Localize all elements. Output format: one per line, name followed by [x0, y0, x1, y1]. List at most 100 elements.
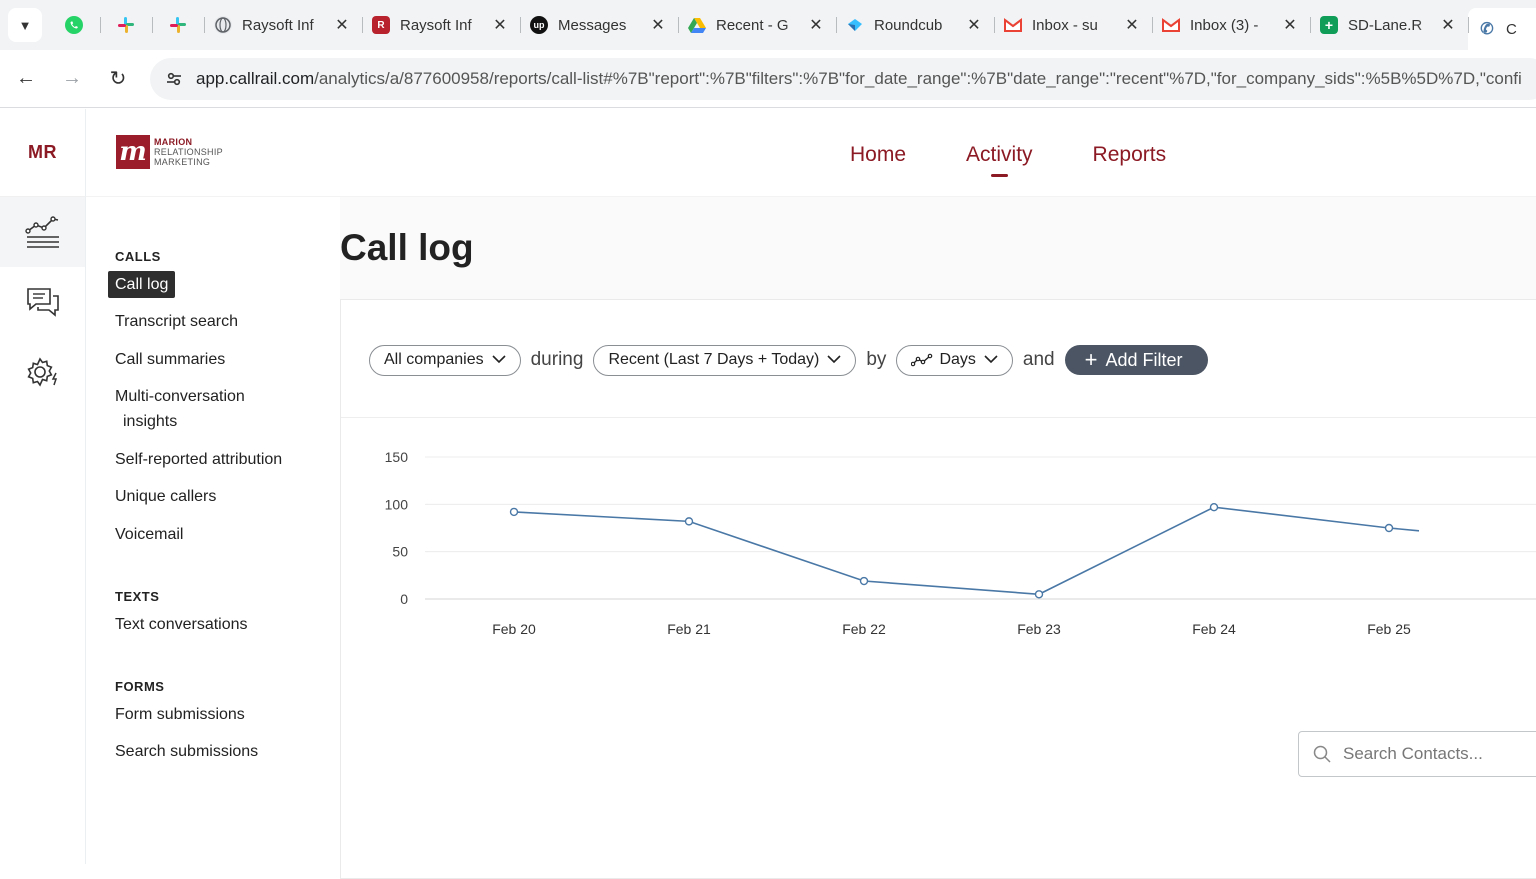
- raysoft-icon: R: [372, 16, 390, 34]
- close-icon[interactable]: ✕: [1440, 15, 1456, 35]
- url-bar[interactable]: app.callrail.com/analytics/a/877600958/r…: [150, 58, 1536, 100]
- browser-tab[interactable]: Inbox (3) - ✕: [1152, 8, 1310, 42]
- series-line: [513, 506, 1420, 596]
- section-header-calls: CALLS: [115, 249, 161, 264]
- tab-search-button[interactable]: ▼: [8, 8, 42, 42]
- close-icon[interactable]: ✕: [966, 15, 982, 35]
- logo-line: RELATIONSHIP: [154, 147, 223, 157]
- site-settings-icon[interactable]: [162, 67, 186, 91]
- search-placeholder: Search Contacts...: [1343, 744, 1483, 763]
- add-filter-label: Add Filter: [1105, 349, 1183, 370]
- tab-title: Recent - G: [716, 16, 789, 34]
- filter-conjunction: during: [530, 349, 584, 370]
- data-point: [509, 507, 519, 517]
- close-icon[interactable]: ✕: [1282, 15, 1298, 35]
- slack-icon: [118, 17, 134, 33]
- add-filter-button[interactable]: + Add Filter: [1064, 345, 1209, 375]
- section-header-texts: TEXTS: [115, 589, 160, 604]
- x-tick-label: Feb 20: [492, 621, 536, 637]
- chat-icon: [26, 288, 59, 317]
- reload-button[interactable]: ↻: [98, 59, 138, 99]
- pinned-tab-whatsapp[interactable]: [48, 8, 100, 42]
- filter-conjunction: and: [1022, 349, 1055, 370]
- filter-bar: All companies during Recent (Last 7 Days…: [369, 344, 1209, 376]
- search-contacts-input[interactable]: Search Contacts...: [1298, 731, 1536, 777]
- sidebar-item-text-conversations[interactable]: Text conversations: [115, 612, 248, 637]
- close-icon[interactable]: ✕: [808, 15, 824, 35]
- callrail-icon: ✆: [1480, 21, 1494, 38]
- line-chart-icon: [911, 353, 933, 367]
- interval-value: Days: [939, 351, 976, 368]
- browser-tab-strip: ▼ Raysoft Inf ✕ R Raysoft Inf ✕ up Messa…: [0, 0, 1536, 50]
- x-tick-label: Feb 21: [667, 621, 711, 637]
- close-icon[interactable]: ✕: [334, 15, 350, 35]
- globe-icon: [214, 16, 232, 34]
- gmail-icon: [1162, 16, 1180, 34]
- sidebar-item-transcript-search[interactable]: Transcript search: [115, 309, 238, 334]
- company-select[interactable]: All companies: [369, 344, 521, 376]
- date-range-select[interactable]: Recent (Last 7 Days + Today): [593, 344, 857, 376]
- forward-button[interactable]: →: [52, 59, 92, 99]
- tab-title: SD-Lane.R: [1348, 16, 1423, 34]
- browser-tab[interactable]: Raysoft Inf ✕: [204, 8, 362, 42]
- sidebar-item-form-submissions[interactable]: Form submissions: [115, 702, 245, 727]
- browser-tab-active[interactable]: ✆ C: [1468, 8, 1536, 50]
- sidebar-item-unique-callers[interactable]: Unique callers: [115, 484, 216, 509]
- tab-title: Inbox - su: [1032, 16, 1098, 34]
- close-icon[interactable]: ✕: [650, 15, 666, 35]
- report-panel: All companies during Recent (Last 7 Days…: [340, 299, 1536, 879]
- pinned-tab-slack[interactable]: [100, 8, 152, 42]
- url-path: /analytics/a/877600958/reports/call-list…: [314, 69, 1522, 88]
- logo-mark: m: [116, 135, 150, 169]
- arrow-left-icon: ←: [16, 67, 36, 89]
- chevron-down-icon: [492, 353, 506, 367]
- data-point: [859, 576, 869, 586]
- drive-icon: [688, 16, 706, 34]
- tab-title: Inbox (3) -: [1190, 16, 1259, 34]
- url-host: app.callrail.com: [196, 69, 315, 88]
- nav-home[interactable]: Home: [850, 143, 906, 167]
- search-icon: [1313, 745, 1331, 763]
- browser-tab[interactable]: Inbox - su ✕: [994, 8, 1152, 42]
- sidebar-item-call-log[interactable]: Call log: [108, 271, 176, 298]
- sidebar-item-search-submissions[interactable]: Search submissions: [115, 739, 258, 764]
- url-text: app.callrail.com/analytics/a/877600958/r…: [196, 69, 1522, 89]
- logo-line: MARKETING: [154, 157, 211, 167]
- chevron-down-icon: [827, 353, 841, 367]
- close-icon[interactable]: ✕: [492, 15, 508, 35]
- company-logo[interactable]: m MARION RELATIONSHIP MARKETING: [116, 135, 223, 169]
- reload-icon: ↻: [109, 68, 127, 90]
- sidebar-item-voicemail[interactable]: Voicemail: [115, 522, 183, 547]
- tab-title: Roundcub: [874, 16, 943, 34]
- sidebar-item-self-reported-attribution[interactable]: Self-reported attribution: [115, 447, 282, 472]
- account-initials[interactable]: MR: [0, 109, 85, 197]
- sidebar-item-call-summaries[interactable]: Call summaries: [115, 347, 225, 372]
- arrow-right-icon: →: [62, 67, 82, 89]
- sidebar-item-label: insights: [123, 413, 178, 430]
- page-title: Call log: [340, 227, 474, 268]
- sidebar-item-multi-conversation[interactable]: Multi-conversation insights: [115, 384, 245, 434]
- rail-conversations[interactable]: [0, 267, 85, 337]
- interval-select[interactable]: Days: [896, 344, 1013, 376]
- close-icon[interactable]: ✕: [1124, 15, 1140, 35]
- activity-sidebar: CALLS Call log Transcript search Call su…: [86, 197, 340, 864]
- gear-icon: [26, 357, 57, 387]
- browser-tab[interactable]: + SD-Lane.R ✕: [1310, 8, 1468, 42]
- browser-tab[interactable]: Recent - G ✕: [678, 8, 836, 42]
- top-navigation: m MARION RELATIONSHIP MARKETING Home Act…: [86, 109, 1536, 197]
- nav-reports[interactable]: Reports: [1093, 143, 1167, 167]
- date-range-value: Recent (Last 7 Days + Today): [608, 351, 820, 368]
- nav-activity[interactable]: Activity: [966, 143, 1033, 177]
- icon-rail: MR: [0, 109, 86, 864]
- back-button[interactable]: ←: [6, 59, 46, 99]
- data-point: [1384, 523, 1394, 533]
- logo-line: MARION: [154, 137, 193, 147]
- data-point: [1209, 502, 1219, 512]
- browser-tab[interactable]: R Raysoft Inf ✕: [362, 8, 520, 42]
- browser-tab[interactable]: up Messages ✕: [520, 8, 678, 42]
- tab-title: Raysoft Inf: [242, 16, 314, 34]
- browser-tab[interactable]: Roundcub ✕: [836, 8, 994, 42]
- rail-analytics[interactable]: [0, 197, 85, 267]
- pinned-tab-slack-2[interactable]: [152, 8, 204, 42]
- rail-settings[interactable]: [0, 337, 85, 407]
